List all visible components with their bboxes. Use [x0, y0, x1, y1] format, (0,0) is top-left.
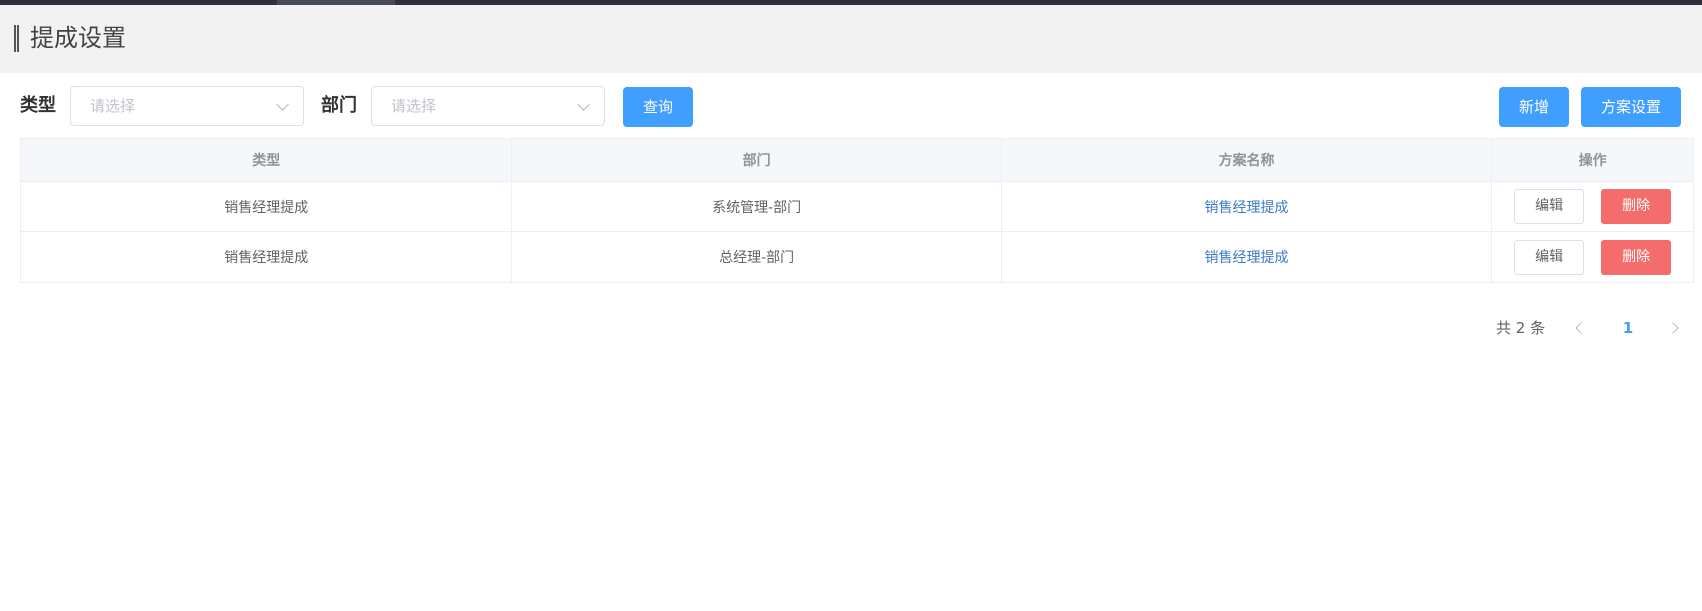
cell-actions: 编辑 删除 [1492, 232, 1693, 282]
cell-type: 销售经理提成 [21, 182, 513, 231]
edit-button[interactable]: 编辑 [1514, 239, 1585, 275]
add-button[interactable]: 新增 [1499, 87, 1569, 127]
chevron-down-icon [577, 98, 590, 111]
scheme-settings-button[interactable]: 方案设置 [1581, 87, 1681, 127]
cell-dept: 总经理-部门 [512, 232, 1002, 282]
type-select[interactable]: 请选择 [70, 86, 304, 126]
edit-button[interactable]: 编辑 [1514, 189, 1585, 224]
cell-scheme: 销售经理提成 [1002, 232, 1493, 282]
column-header-dept[interactable]: 部门 [512, 139, 1002, 181]
cell-scheme: 销售经理提成 [1002, 182, 1493, 231]
dept-select-placeholder: 请选择 [391, 97, 437, 115]
chevron-down-icon [276, 98, 289, 111]
table-header-row: 类型 部门 方案名称 操作 [21, 139, 1693, 182]
cell-dept: 系统管理-部门 [512, 182, 1002, 231]
dept-select[interactable]: 请选择 [371, 86, 605, 126]
scheme-link[interactable]: 销售经理提成 [1205, 197, 1289, 217]
delete-button[interactable]: 删除 [1601, 239, 1672, 275]
query-button[interactable]: 查询 [623, 87, 693, 127]
column-header-scheme[interactable]: 方案名称 [1002, 139, 1493, 181]
column-header-actions: 操作 [1578, 153, 1607, 169]
pagination-total: 共 2 条 [1496, 319, 1546, 337]
page-title: 提成设置 [30, 24, 126, 52]
column-header-type[interactable]: 类型 [21, 139, 513, 181]
type-select-placeholder: 请选择 [90, 97, 136, 115]
commission-table: 类型 部门 方案名称 操作 销售经理提成 系统管理-部门 销售经理提成 编辑 删… [20, 138, 1694, 283]
scheme-link[interactable]: 销售经理提成 [1205, 247, 1289, 267]
table-row: 销售经理提成 系统管理-部门 销售经理提成 编辑 删除 [21, 182, 1693, 232]
pagination-current-page[interactable]: 1 [1618, 315, 1638, 341]
table-row: 销售经理提成 总经理-部门 销售经理提成 编辑 删除 [21, 232, 1693, 282]
title-marker-icon [14, 25, 19, 52]
dept-filter-label: 部门 [321, 95, 357, 116]
page-header: 提成设置 [0, 5, 1702, 73]
type-filter-label: 类型 [20, 95, 56, 116]
delete-button[interactable]: 删除 [1601, 189, 1672, 224]
cell-actions: 编辑 删除 [1492, 182, 1693, 231]
chevron-left-icon[interactable] [1570, 315, 1590, 341]
cell-type: 销售经理提成 [21, 232, 513, 282]
chevron-right-icon[interactable] [1665, 315, 1685, 341]
